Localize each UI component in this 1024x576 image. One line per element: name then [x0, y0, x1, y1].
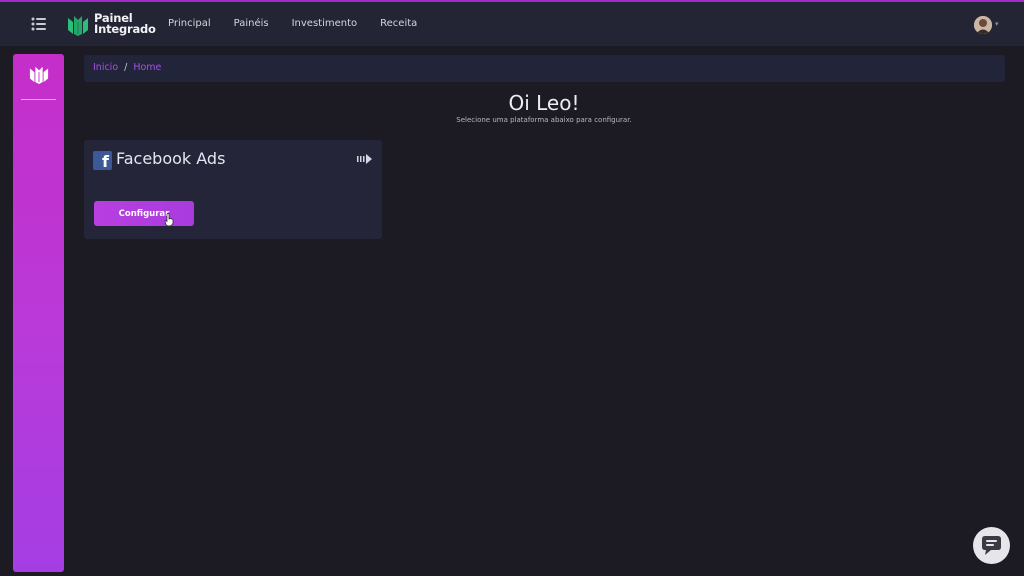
page-title: Oi Leo!	[508, 91, 580, 115]
user-avatar[interactable]	[974, 16, 992, 34]
brand-logo-icon[interactable]	[28, 64, 50, 84]
logo-text: Painel Integrado	[94, 12, 156, 36]
breadcrumb-home[interactable]: Inicio	[93, 62, 118, 82]
arrow-right-icon[interactable]	[357, 154, 372, 164]
brand-logo-icon	[68, 16, 88, 36]
nav-investimento[interactable]: Investimento	[292, 18, 358, 29]
page-subtitle: Selecione uma plataforma abaixo para con…	[456, 116, 632, 124]
sidebar	[13, 54, 64, 572]
breadcrumb-current[interactable]: Home	[133, 62, 161, 82]
breadcrumb-separator: /	[124, 62, 128, 73]
platform-card-facebook: f Facebook Ads Configurar	[84, 140, 382, 239]
nav-paineis[interactable]: Painéis	[234, 18, 269, 29]
breadcrumb: Inicio / Home	[84, 55, 1005, 82]
top-navbar: Painel Integrado Principal Painéis Inves…	[0, 0, 1024, 46]
main-nav: Principal Painéis Investimento Receita	[168, 18, 440, 29]
nav-receita[interactable]: Receita	[380, 18, 417, 29]
card-title: Facebook Ads	[116, 149, 226, 168]
chat-button[interactable]	[973, 527, 1010, 564]
list-menu-icon[interactable]	[30, 15, 48, 33]
chat-bubble-icon	[982, 536, 1001, 555]
app-logo[interactable]: Painel Integrado	[66, 12, 156, 36]
chevron-down-icon[interactable]: ▾	[995, 20, 999, 28]
hand-cursor-icon	[164, 213, 174, 226]
nav-principal[interactable]: Principal	[168, 18, 211, 29]
facebook-icon: f	[93, 151, 112, 170]
configure-button[interactable]: Configurar	[94, 201, 194, 226]
logo-line-2: Integrado	[94, 22, 156, 36]
user-photo-icon	[974, 16, 992, 34]
